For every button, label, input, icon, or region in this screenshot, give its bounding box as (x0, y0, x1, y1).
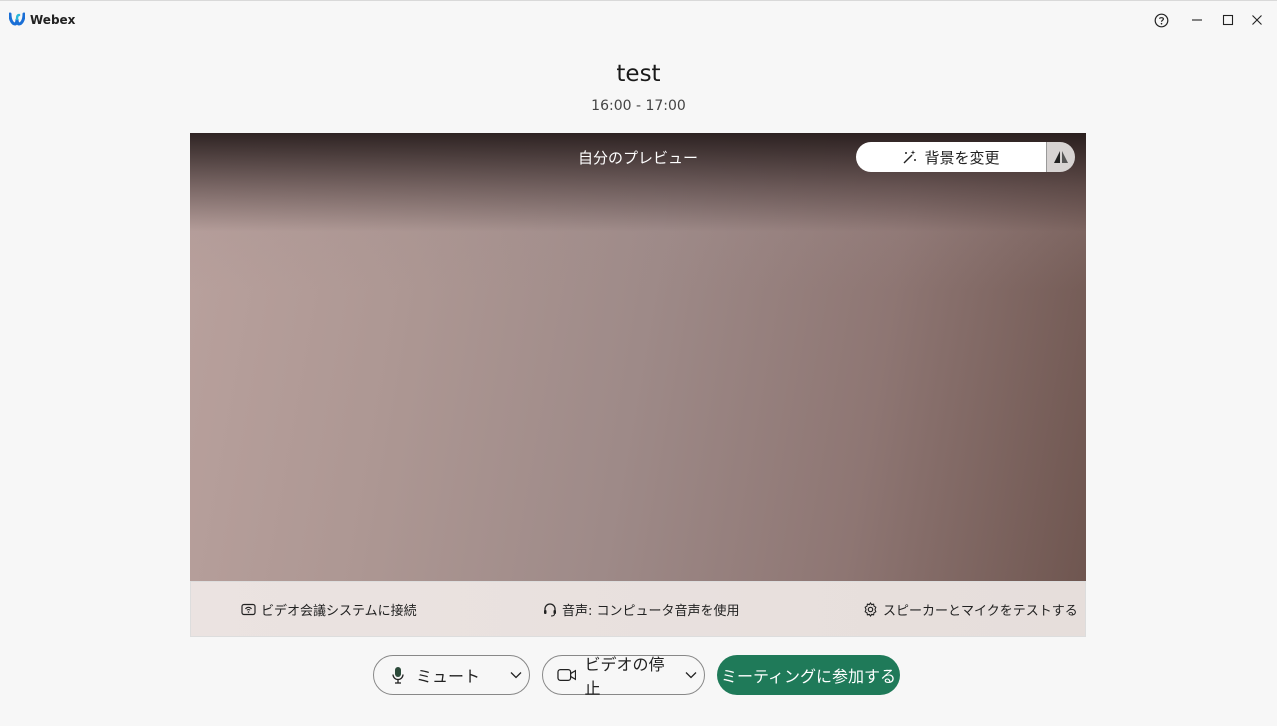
audio-option-label: 音声: コンピュータ音声を使用 (562, 604, 740, 619)
video-options-dropdown[interactable] (678, 671, 704, 679)
video-control: ビデオの停止 (542, 655, 705, 698)
mute-label: ミュート (416, 667, 481, 686)
minimize-icon (1192, 19, 1202, 21)
video-camera-icon (557, 669, 577, 681)
audio-options-dropdown[interactable] (503, 671, 529, 679)
self-video-preview: 自分のプレビュー 背景を変更 (190, 133, 1086, 581)
magic-wand-icon (903, 150, 917, 164)
webex-logo-icon (9, 12, 25, 26)
test-speaker-mic-button[interactable]: スピーカーとマイクをテストする (863, 600, 1078, 619)
test-speaker-mic-label: スピーカーとマイクをテストする (883, 604, 1078, 619)
app-name: Webex (30, 13, 76, 27)
help-icon (1154, 13, 1168, 27)
chevron-down-icon (685, 672, 697, 679)
webex-window: Webex test 16:00 - 17:00 自分のプレビュー 背景を変更 … (0, 0, 1277, 726)
help-button[interactable] (1150, 9, 1172, 31)
mirror-view-button[interactable] (1046, 142, 1075, 172)
change-background-label: 背景を変更 (924, 148, 1000, 167)
audio-option-button[interactable]: 音声: コンピュータ音声を使用 (543, 600, 740, 619)
microphone-icon (392, 667, 404, 684)
minimize-button[interactable] (1186, 9, 1208, 31)
connect-video-system-label: ビデオ会議システムに接続 (261, 604, 417, 619)
chevron-down-icon (510, 672, 522, 679)
mute-control: ミュート (373, 655, 530, 695)
mute-button[interactable]: ミュート (374, 663, 503, 687)
connect-video-system-button[interactable]: ビデオ会議システムに接続 (241, 600, 417, 619)
join-meeting-button[interactable]: ミーティングに参加する (717, 655, 900, 695)
change-background-button[interactable]: 背景を変更 (856, 142, 1046, 172)
meeting-title: test (616, 61, 661, 87)
meeting-options-bar: ビデオ会議システムに接続 音声: コンピュータ音声を使用 スピーカーとマイクをテ… (190, 581, 1086, 637)
maximize-icon (1222, 14, 1234, 26)
meeting-time: 16:00 - 17:00 (591, 98, 686, 114)
title-bar: Webex (0, 1, 1277, 39)
stop-video-label: ビデオの停止 (584, 655, 665, 698)
mirror-icon (1054, 151, 1068, 163)
close-icon (1252, 15, 1262, 25)
maximize-button[interactable] (1217, 9, 1239, 31)
headset-icon (544, 603, 556, 617)
stop-video-button[interactable]: ビデオの停止 (543, 651, 678, 699)
close-button[interactable] (1246, 9, 1268, 31)
gear-icon (864, 602, 877, 617)
video-system-icon (241, 603, 256, 616)
